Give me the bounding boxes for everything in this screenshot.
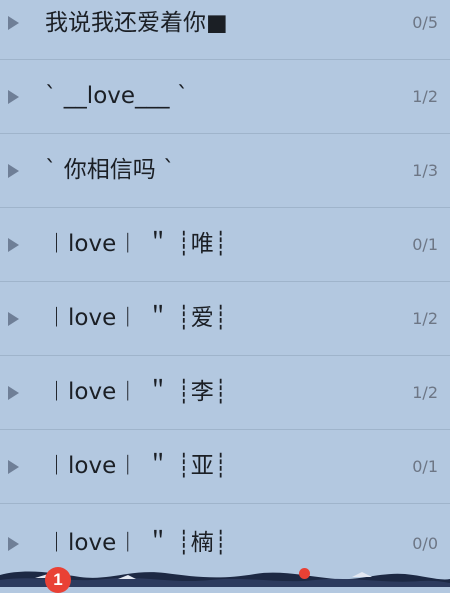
group-name: 我说我还爱着你■: [45, 10, 228, 36]
triangle-right-icon: [8, 90, 19, 104]
group-row-1[interactable]: ˋ __love___ ˋ 1/2: [0, 60, 450, 134]
group-row-0[interactable]: 我说我还爱着你■ 0/5: [0, 0, 450, 60]
triangle-right-icon: [8, 537, 19, 551]
triangle-right-icon: [8, 164, 19, 178]
group-count: 0/1: [412, 235, 438, 254]
group-row-3[interactable]: ︱love︱ ＂ ┊唯┊ 0/1: [0, 208, 450, 282]
group-count: 1/2: [412, 383, 438, 402]
unread-dot-icon: [299, 568, 310, 579]
notification-badge: 1: [45, 567, 71, 593]
group-name: ˋ __love___ ˋ: [45, 83, 189, 109]
triangle-right-icon: [8, 238, 19, 252]
group-count: 0/0: [412, 534, 438, 553]
group-row-2[interactable]: ˋ 你相信吗 ˋ 1/3: [0, 134, 450, 208]
group-count: 0/5: [412, 13, 438, 32]
group-count: 0/1: [412, 457, 438, 476]
triangle-right-icon: [8, 16, 19, 30]
triangle-right-icon: [8, 312, 19, 326]
group-count: 1/2: [412, 309, 438, 328]
group-name: ︱love︱ ＂ ┊爱┊: [45, 305, 228, 331]
group-count: 1/2: [412, 87, 438, 106]
group-name: ︱love︱ ＂ ┊唯┊: [45, 231, 228, 257]
group-row-4[interactable]: ︱love︱ ＂ ┊爱┊ 1/2: [0, 282, 450, 356]
group-name: ︱love︱ ＂ ┊李┊: [45, 379, 228, 405]
group-count: 1/3: [412, 161, 438, 180]
triangle-right-icon: [8, 460, 19, 474]
group-row-6[interactable]: ︱love︱ ＂ ┊亚┊ 0/1: [0, 430, 450, 504]
friend-group-list: 我说我还爱着你■ 0/5 ˋ __love___ ˋ 1/2 ˋ 你相信吗 ˋ …: [0, 0, 450, 565]
group-name: ︱love︱ ＂ ┊楠┊: [45, 530, 228, 556]
group-name: ˋ 你相信吗 ˋ: [45, 157, 175, 183]
group-row-5[interactable]: ︱love︱ ＂ ┊李┊ 1/2: [0, 356, 450, 430]
triangle-right-icon: [8, 386, 19, 400]
group-name: ︱love︱ ＂ ┊亚┊: [45, 453, 228, 479]
group-row-7[interactable]: ︱love︱ ＂ ┊楠┊ 0/0: [0, 504, 450, 565]
